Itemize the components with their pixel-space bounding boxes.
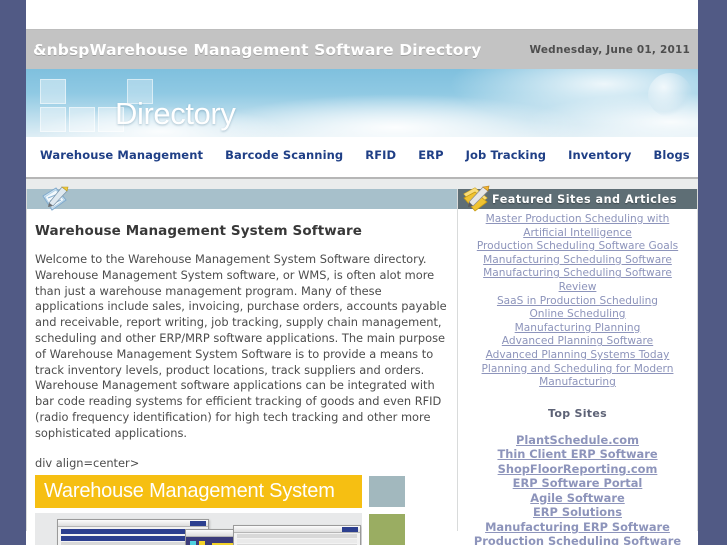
mini-header-row <box>61 535 205 541</box>
banner-square-3 <box>69 107 95 132</box>
nav-item-warehouse-management[interactable]: Warehouse Management <box>40 148 214 162</box>
mini-header-row <box>61 528 205 534</box>
promo-banner[interactable]: Warehouse Management System <box>35 474 362 508</box>
sidebar-column: Featured Sites and Articles Master Produ… <box>458 185 698 545</box>
nav-item-rfid[interactable]: RFID <box>354 148 407 162</box>
banner-moon-icon <box>648 73 692 117</box>
featured-link[interactable]: Production Scheduling Software Goals <box>463 240 692 254</box>
top-site-link[interactable]: ERP Software Portal <box>463 476 692 491</box>
top-site-link[interactable]: ShopFloorReporting.com <box>463 462 692 477</box>
promo-left: Warehouse Management System <box>35 474 362 545</box>
featured-link[interactable]: Planning and Scheduling for Modern Manuf… <box>463 363 692 390</box>
top-site-link[interactable]: Production Scheduling Software <box>463 534 692 545</box>
site-header-bar: &nbspWarehouse Management Software Direc… <box>26 29 698 69</box>
featured-link[interactable]: Manufacturing Scheduling Software Review <box>463 267 692 294</box>
top-site-link[interactable]: PlantSchedule.com <box>463 433 692 448</box>
mini-titlebar <box>234 525 360 533</box>
banner-square-1 <box>40 79 66 104</box>
nav-item-blogs[interactable]: Blogs <box>643 148 698 162</box>
featured-link[interactable]: Manufacturing Planning <box>463 322 692 336</box>
notepad-pencil-icon <box>42 186 69 211</box>
promo-banner-text: Warehouse Management System <box>44 479 335 502</box>
mini-titlebar <box>58 519 208 527</box>
content-columns: Warehouse Management System Software Wel… <box>26 185 698 545</box>
featured-link[interactable]: Advanced Planning Systems Today <box>463 349 692 363</box>
top-site-link[interactable]: Thin Client ERP Software <box>463 447 692 462</box>
featured-link[interactable]: Master Production Scheduling with Artifi… <box>463 213 692 240</box>
left-frame-band <box>0 0 26 545</box>
main-navigation: Warehouse Management Barcode Scanning RF… <box>26 137 698 174</box>
main-column-header-bar <box>27 189 457 209</box>
content-area: Warehouse Management System Software Wel… <box>26 179 698 545</box>
mini-row <box>237 538 357 543</box>
nav-item-barcode-scanning[interactable]: Barcode Scanning <box>214 148 354 162</box>
promo-swatch-blue <box>368 474 406 508</box>
banner-square-2 <box>40 107 66 132</box>
featured-link[interactable]: Online Scheduling <box>463 308 692 322</box>
featured-link[interactable]: Advanced Planning Software <box>463 335 692 349</box>
site-title: &nbspWarehouse Management Software Direc… <box>33 40 482 59</box>
featured-sites-title: Featured Sites and Articles <box>492 192 678 206</box>
promo-block: Warehouse Management System <box>35 474 447 545</box>
mini-row <box>61 541 205 545</box>
featured-link[interactable]: SaaS in Production Scheduling <box>463 295 692 309</box>
current-date: Wednesday, June 01, 2011 <box>529 43 690 56</box>
top-site-link[interactable]: ERP Solutions <box>463 505 692 520</box>
page-root: &nbspWarehouse Management Software Direc… <box>0 0 727 545</box>
raw-markup-text: div align=center> <box>35 455 140 470</box>
nav-item-erp[interactable]: ERP <box>407 148 454 162</box>
nav-item-inventory[interactable]: Inventory <box>557 148 642 162</box>
top-site-link[interactable]: Manufacturing ERP Software <box>463 520 692 535</box>
mini-window-inventory-master <box>233 524 361 545</box>
article-body: Welcome to the Warehouse Management Syst… <box>35 252 447 440</box>
promo-screenshot-image <box>35 512 362 545</box>
featured-link[interactable]: Manufacturing Scheduling Software <box>463 254 692 268</box>
main-column: Warehouse Management System Software Wel… <box>26 186 458 545</box>
featured-links-list: Master Production Scheduling with Artifi… <box>458 209 697 545</box>
featured-sites-header: Featured Sites and Articles <box>458 185 697 212</box>
promo-right-swatches <box>368 474 406 545</box>
article-container: Warehouse Management System Software Wel… <box>27 209 457 545</box>
nav-item-job-tracking[interactable]: Job Tracking <box>455 148 557 162</box>
mini-row <box>237 533 357 538</box>
top-sites-heading: Top Sites <box>548 406 607 420</box>
banner-wordmark: Directory <box>115 96 236 131</box>
folder-pencil-icon <box>463 185 490 212</box>
header-banner-image: Directory <box>26 69 698 137</box>
right-frame-band <box>698 0 727 545</box>
top-site-link[interactable]: Agile Software <box>463 491 692 506</box>
promo-swatch-green <box>368 512 406 545</box>
article-title: Warehouse Management System Software <box>35 223 363 239</box>
site-wrapper: &nbspWarehouse Management Software Direc… <box>26 0 698 545</box>
